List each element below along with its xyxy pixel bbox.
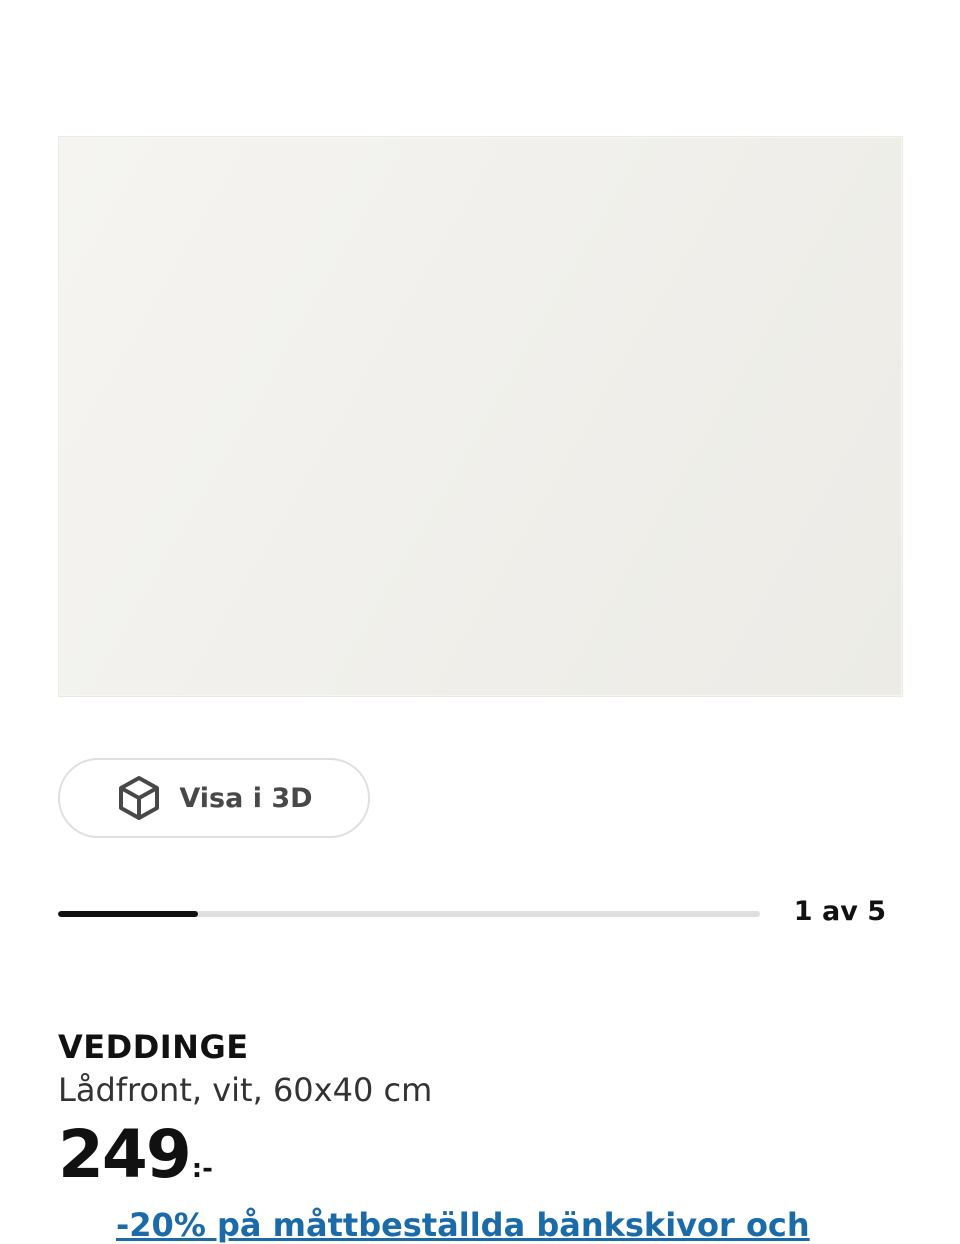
view-in-3d-button[interactable]: Visa i 3D	[58, 758, 370, 838]
promo-link[interactable]: -20% på måttbeställda bänkskivor och	[116, 1206, 916, 1244]
product-name: VEDDINGE	[58, 1028, 249, 1066]
carousel-progress-fill	[58, 911, 199, 917]
product-image[interactable]	[58, 136, 903, 697]
cube-icon	[119, 776, 160, 820]
carousel-progress-bar	[58, 911, 760, 917]
product-description: Lådfront, vit, 60x40 cm	[58, 1071, 433, 1109]
price-suffix: :-	[191, 1154, 213, 1184]
price-value: 249	[58, 1116, 192, 1193]
carousel-counter: 1 av 5	[793, 896, 886, 927]
product-price: 249 :-	[58, 1122, 213, 1188]
view-in-3d-label: Visa i 3D	[179, 782, 313, 814]
